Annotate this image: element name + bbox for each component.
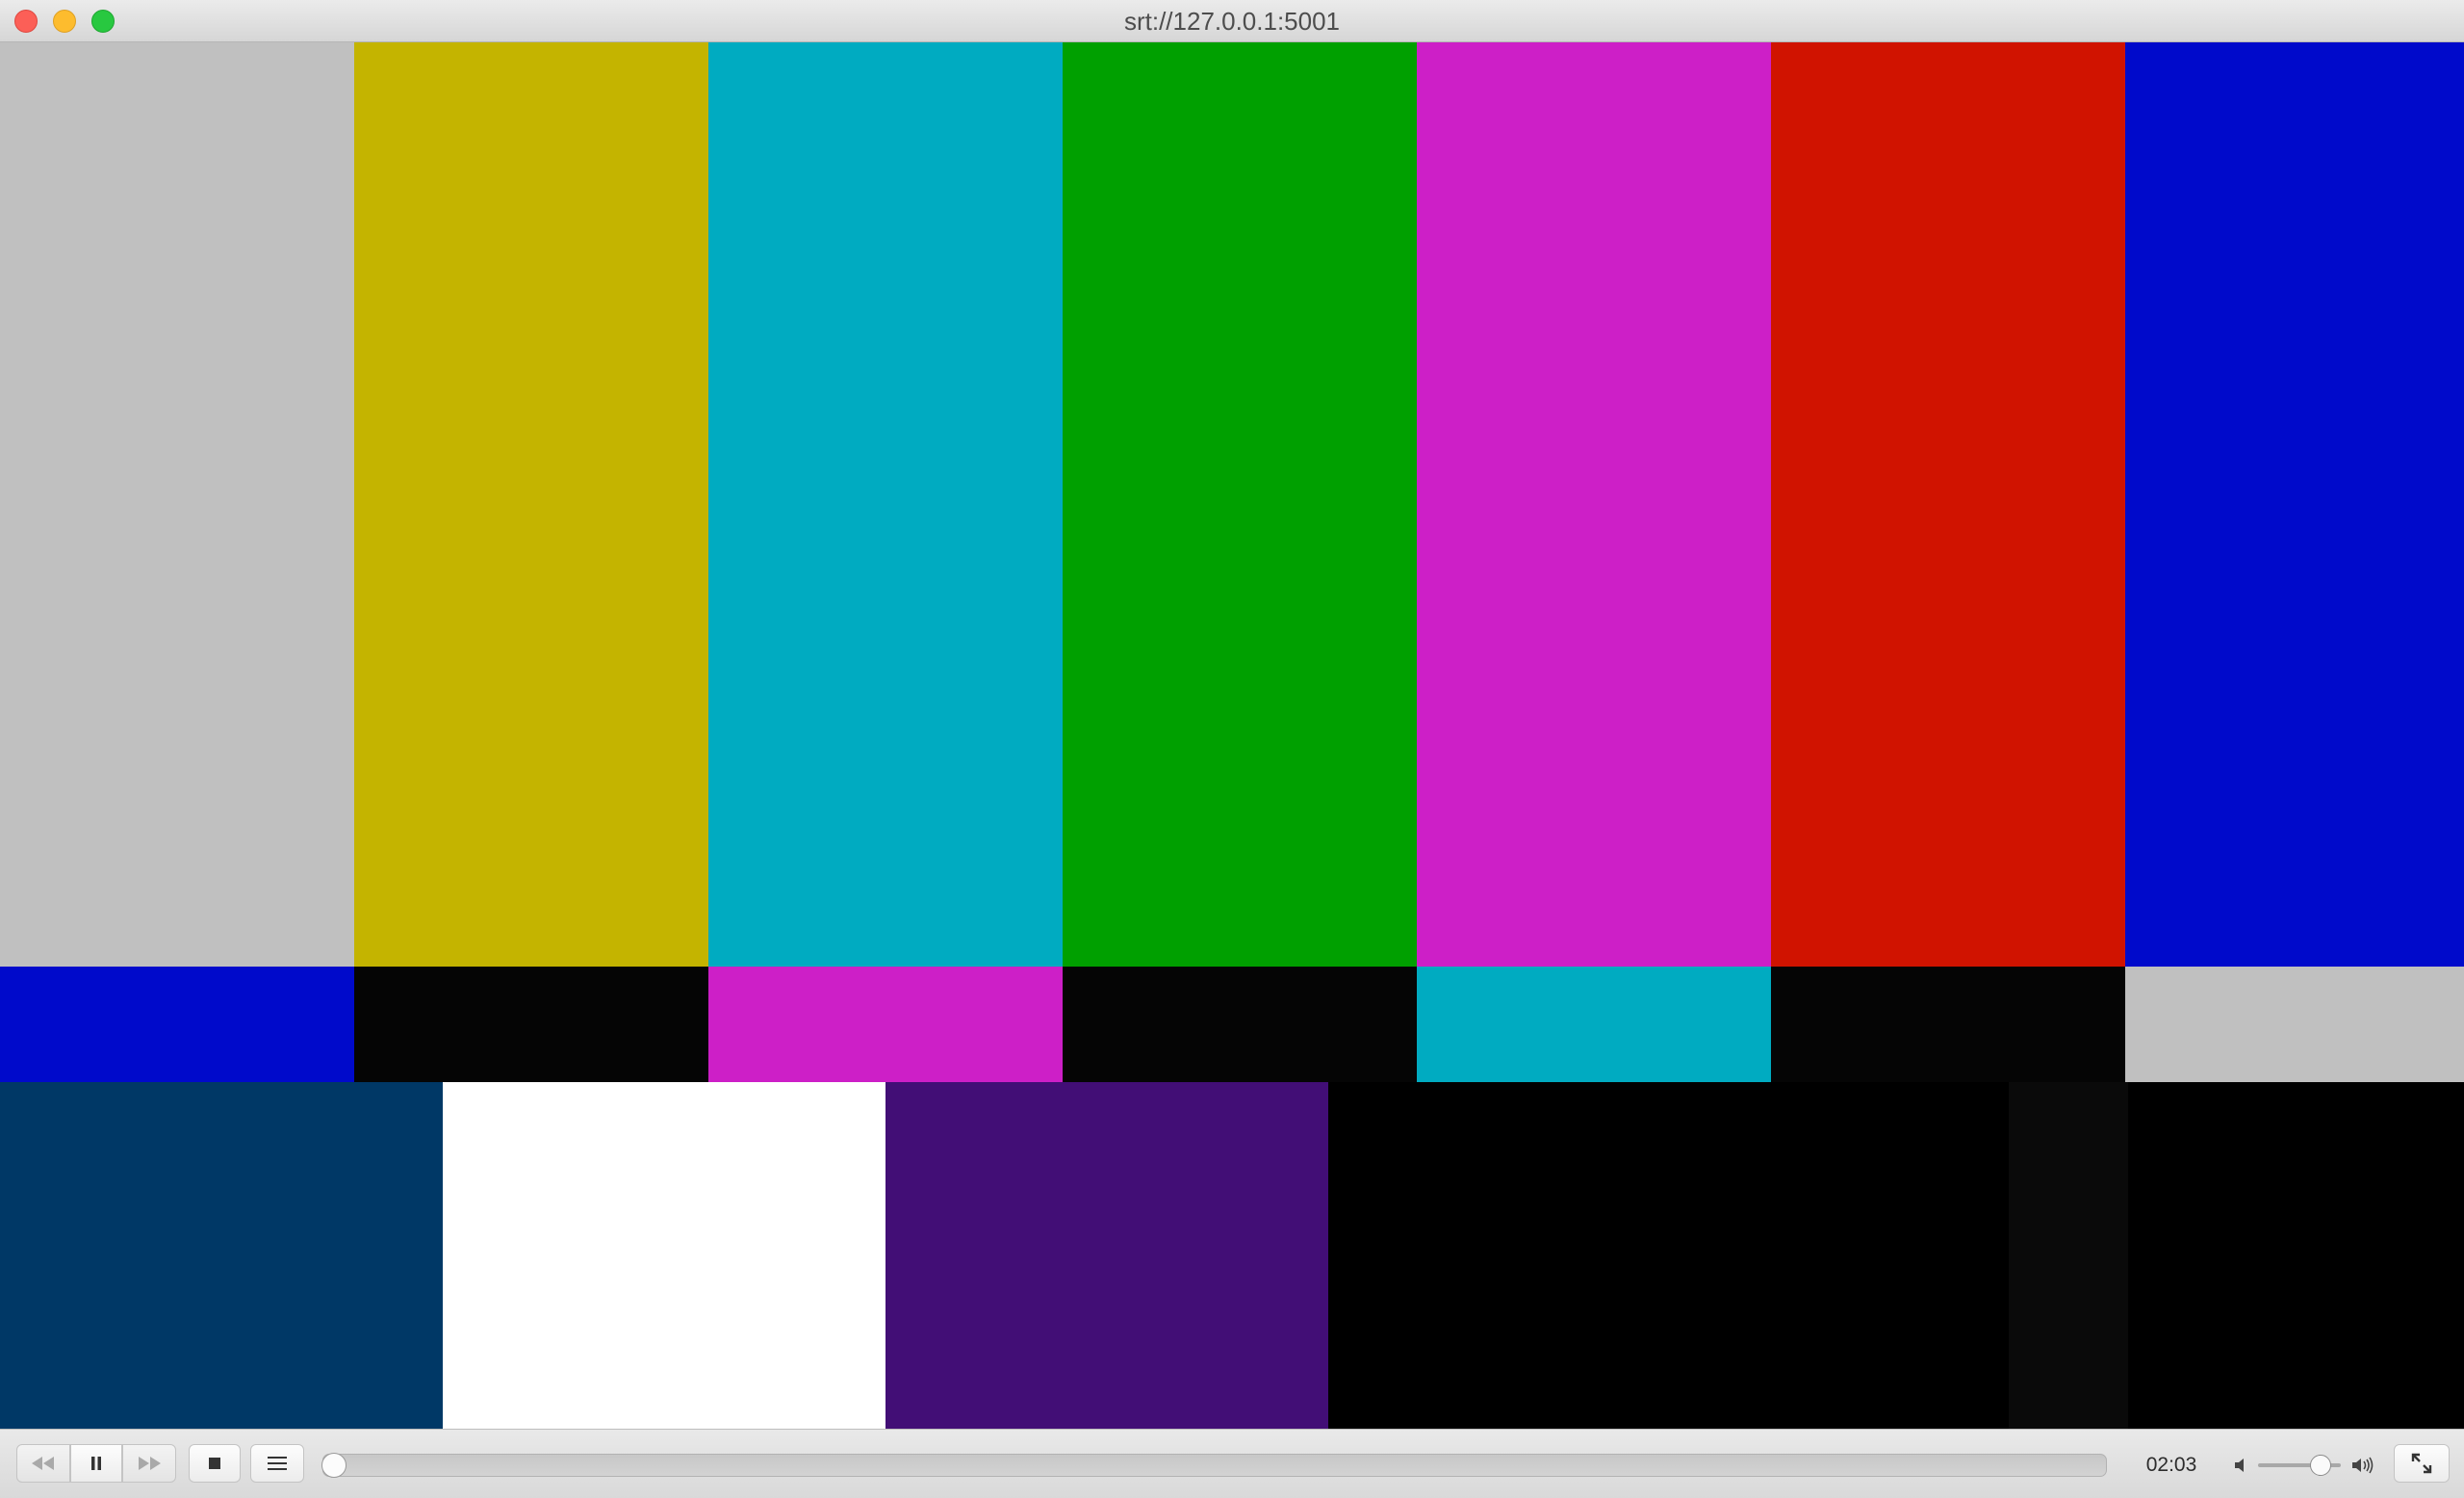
elapsed-time[interactable]: 02:03 [2123,1451,2220,1480]
middle-bar-1 [0,967,354,1082]
bottom-block-3 [886,1082,1328,1429]
bottom-block-2 [443,1082,886,1429]
fullscreen-button[interactable] [2394,1444,2450,1483]
vlc-player-window: srt://127.0.0.1:5001 02:03 [0,0,2464,1498]
top-bar-5 [1417,42,1771,967]
pause-button[interactable] [70,1444,122,1483]
window-title: srt://127.0.0.1:5001 [1123,7,1341,36]
fullscreen-icon [2411,1453,2432,1474]
bottom-block-1 [0,1082,443,1429]
volume-knob[interactable] [2309,1455,2331,1476]
top-bar-1 [0,42,354,967]
bottom-block-7 [2128,1082,2464,1429]
bottom-block-4 [1328,1082,2009,1429]
rewind-icon [32,1457,54,1470]
fast-forward-button[interactable] [122,1444,176,1483]
pause-icon [91,1457,101,1470]
middle-bar-5 [1417,967,1771,1082]
max-volume-button[interactable] [2348,1453,2377,1478]
playlist-icon [268,1457,287,1470]
seek-knob[interactable] [321,1453,346,1478]
video-output[interactable] [0,42,2464,1429]
top-bar-2 [354,42,708,967]
speaker-min-icon [2235,1459,2244,1472]
rewind-button[interactable] [16,1444,70,1483]
top-bar-6 [1771,42,2125,967]
middle-bar-4 [1063,967,1417,1082]
playback-controller: 02:03 [0,1429,2464,1498]
top-bar-7 [2125,42,2464,967]
fast-forward-icon [139,1457,161,1470]
seek-slider[interactable] [321,1453,2107,1478]
title-bar[interactable]: srt://127.0.0.1:5001 [0,0,2464,42]
middle-bar-2 [354,967,708,1082]
middle-bar-3 [708,967,1063,1082]
top-bar-4 [1063,42,1417,967]
playlist-button[interactable] [250,1444,304,1483]
middle-bar-7 [2125,967,2464,1082]
stop-icon [209,1458,220,1469]
middle-bar-6 [1771,967,2125,1082]
stop-button[interactable] [189,1444,241,1483]
top-bar-3 [708,42,1063,967]
bottom-block-6 [2009,1082,2128,1429]
mute-button[interactable] [2229,1453,2254,1478]
speaker-max-icon [2352,1457,2374,1474]
